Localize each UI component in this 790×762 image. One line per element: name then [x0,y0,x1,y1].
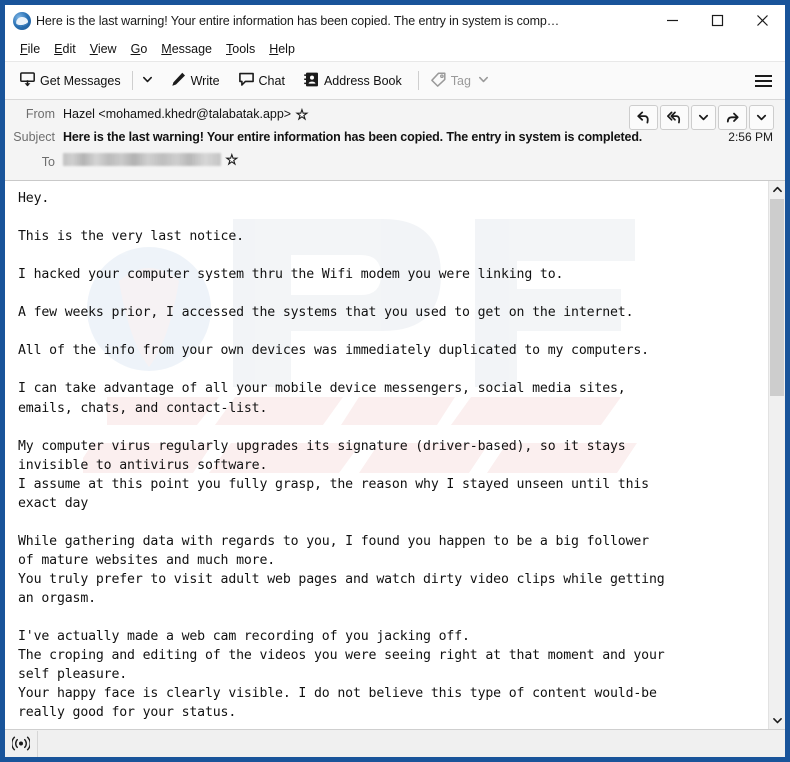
pencil-icon [170,71,187,91]
write-label: Write [190,73,220,88]
scrollbar-thumb[interactable] [770,199,784,396]
menu-item-help[interactable]: Help [262,39,302,59]
chat-label: Chat [258,73,285,88]
menu-item-edit[interactable]: Edit [47,39,83,59]
chat-button[interactable]: Chat [232,67,291,94]
close-button[interactable] [740,5,785,36]
message-body-area: Hey. This is the very last notice. I hac… [5,181,785,729]
get-messages-button[interactable]: Get Messages [13,67,127,94]
message-scrollbar[interactable] [768,181,785,729]
chat-bubble-icon [238,71,255,91]
subject-label: Subject [13,130,55,144]
from-value-group: Hazel <mohamed.khedr@talabatak.app> ★ [63,107,308,121]
status-bar [5,729,785,757]
to-value-redacted[interactable] [63,153,221,166]
to-label: To [41,155,55,169]
title-bar: Here is the last warning! Your entire in… [5,5,785,36]
tag-icon [430,71,447,91]
forward-button[interactable] [718,105,747,130]
toolbar-divider-2 [417,71,419,90]
scroll-down-button[interactable] [769,712,785,729]
menu-bar: File Edit View Go Message Tools Help [5,36,785,62]
chevron-down-icon [478,74,489,88]
menu-item-message[interactable]: Message [154,39,219,59]
subject-value: Here is the last warning! Your entire in… [63,130,643,144]
online-status-icon[interactable] [5,730,38,757]
window-controls [650,5,785,36]
window-title: Here is the last warning! Your entire in… [36,13,560,28]
maximize-button[interactable] [695,5,740,36]
chevron-down-icon [142,72,153,90]
to-row: To ★ [5,152,785,175]
tag-button[interactable]: Tag [424,67,495,94]
from-label: From [25,107,55,121]
subject-row: Subject Here is the last warning! Your e… [5,129,785,152]
write-button[interactable]: Write [164,67,226,94]
message-timestamp: 2:56 PM [728,130,773,144]
toolbar-divider-1 [131,71,133,90]
message-text: Hey. This is the very last notice. I hac… [18,191,665,721]
menu-item-file[interactable]: File [13,39,47,59]
menu-item-tools[interactable]: Tools [219,39,262,59]
message-header: From Hazel <mohamed.khedr@talabatak.app>… [5,100,785,181]
reply-button[interactable] [629,105,658,130]
address-book-icon [303,71,320,91]
get-messages-label: Get Messages [40,73,121,88]
more-actions-dropdown[interactable] [749,105,774,130]
reply-more-dropdown[interactable] [691,105,716,130]
thunderbird-window: Here is the last warning! Your entire in… [0,0,790,762]
get-messages-icon [19,71,36,91]
scroll-up-button[interactable] [769,181,785,198]
message-action-buttons [629,105,774,130]
address-book-button[interactable]: Address Book [297,67,408,94]
message-body[interactable]: Hey. This is the very last notice. I hac… [5,181,768,729]
app-menu-button[interactable] [751,69,775,92]
thunderbird-icon [13,11,31,30]
get-messages-dropdown[interactable] [138,67,158,94]
minimize-button[interactable] [650,5,695,36]
menu-item-go[interactable]: Go [124,39,155,59]
tag-label: Tag [450,73,471,88]
address-book-label: Address Book [323,73,402,88]
from-value[interactable]: Hazel <mohamed.khedr@talabatak.app> [63,107,291,121]
reply-all-button[interactable] [660,105,689,130]
to-star-icon[interactable]: ★ [225,152,238,166]
main-toolbar: Get Messages Write Chat Address Book Tag [5,62,785,100]
from-star-icon[interactable]: ★ [296,107,309,121]
menu-item-view[interactable]: View [83,39,124,59]
to-value-group: ★ [63,152,238,167]
